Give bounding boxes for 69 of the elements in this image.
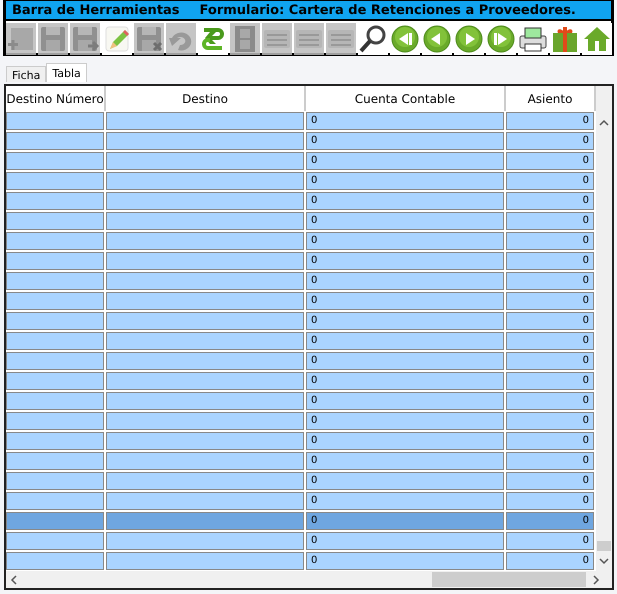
table-cell: 0 (306, 392, 504, 410)
scrollbar-thumb[interactable] (432, 572, 586, 587)
scroll-down-icon[interactable] (599, 557, 609, 565)
skip-back-button[interactable] (390, 23, 420, 55)
table-cell: 0 (506, 492, 594, 510)
table-cell: 0 (506, 132, 594, 150)
table-cell: 0 (306, 172, 504, 190)
play-left-button[interactable] (422, 23, 452, 55)
scroll-up-icon[interactable] (599, 119, 609, 127)
table-cell: 0 (306, 112, 504, 130)
table-cell: 0 (306, 192, 504, 210)
table-cell: 0 (306, 272, 504, 290)
table-cell: 0 (506, 212, 594, 230)
table-cell: 0 (506, 352, 594, 370)
table-cell: 0 (306, 512, 504, 530)
table-cell: 0 (306, 332, 504, 350)
table-cell: 0 (306, 432, 504, 450)
table-cell: 0 (306, 412, 504, 430)
table-cell: 0 (306, 312, 504, 330)
skip-forward-button[interactable] (486, 23, 516, 55)
table-cell: 0 (506, 272, 594, 290)
table-cell: 0 (506, 452, 594, 470)
scrollbar-thumb[interactable] (597, 541, 611, 551)
table-cell: 0 (506, 312, 594, 330)
table-cell: 0 (506, 392, 594, 410)
table-cell: 0 (506, 512, 594, 530)
table-cell: 0 (306, 452, 504, 470)
table-cell: 0 (506, 152, 594, 170)
floppy-disk-x-icon (134, 24, 164, 54)
table-cell: 0 (306, 252, 504, 270)
home-icon (582, 24, 612, 54)
table-cell: 0 (506, 112, 594, 130)
table-cell: 0 (306, 532, 504, 550)
table-cell: 0 (506, 372, 594, 390)
table-cell: 0 (306, 372, 504, 390)
table-cell: 0 (506, 252, 594, 270)
scroll-right-icon[interactable] (592, 574, 600, 584)
gift-icon (550, 24, 580, 54)
column-header[interactable]: Destino Número (6, 86, 106, 111)
table-cell: 0 (506, 172, 594, 190)
search-button[interactable] (358, 23, 388, 55)
table-cell: 0 (306, 352, 504, 370)
table-cell: 0 (506, 192, 594, 210)
table-cell: 0 (306, 232, 504, 250)
table-cell: 0 (306, 132, 504, 150)
table-cell: 0 (306, 472, 504, 490)
play-right-button[interactable] (454, 23, 484, 55)
table-cell: 0 (306, 152, 504, 170)
column-header[interactable]: Asiento (506, 86, 596, 111)
table-cell: 0 (506, 232, 594, 250)
table-cell: 0 (306, 212, 504, 230)
scroll-left-icon[interactable] (10, 574, 18, 584)
column-header[interactable]: Destino (106, 86, 306, 111)
home-button[interactable] (582, 23, 612, 55)
table-cell: 0 (506, 292, 594, 310)
table-cell: 0 (506, 332, 594, 350)
table-cell: 0 (306, 492, 504, 510)
form-title: Formulario: Cartera de Retenciones a Proveedores. (200, 2, 576, 18)
table-cell: 0 (506, 472, 594, 490)
tab[interactable]: Ficha (6, 66, 46, 82)
toolbar-title: Barra de Herramientas (12, 2, 180, 18)
table-cell: 0 (306, 552, 504, 570)
column-header[interactable]: Cuenta Contable (306, 86, 506, 111)
table-cell: 0 (506, 432, 594, 450)
table-cell: 0 (506, 532, 594, 550)
tab[interactable]: Tabla (46, 63, 87, 82)
table-cell: 0 (306, 292, 504, 310)
table-cell: 0 (506, 552, 594, 570)
table-cell: 0 (506, 412, 594, 430)
